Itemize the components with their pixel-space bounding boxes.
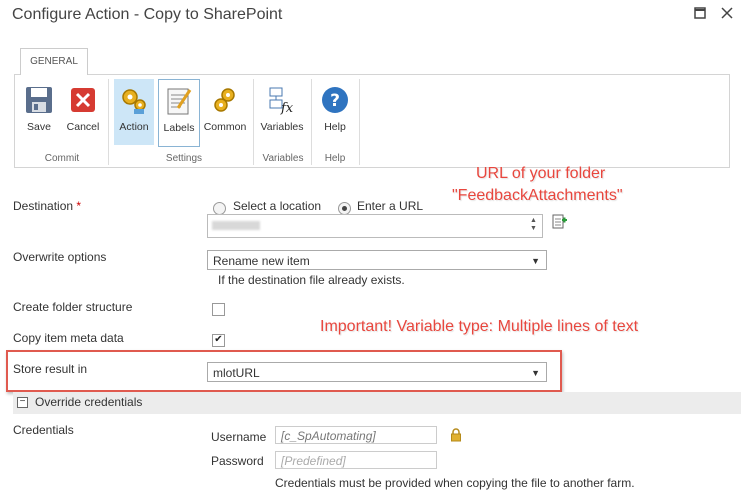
labels-label: Labels bbox=[163, 122, 195, 134]
destination-label: Destination * bbox=[13, 199, 81, 213]
cancel-button[interactable]: Cancel bbox=[63, 79, 103, 145]
svg-text:fx: fx bbox=[280, 101, 294, 115]
variables-fx-icon: fx bbox=[267, 85, 297, 116]
overwrite-select[interactable]: Rename new item ▼ bbox=[207, 250, 547, 270]
ribbon: Save Cancel Commit Action Labels Common … bbox=[14, 74, 730, 168]
svg-text:?: ? bbox=[330, 91, 340, 111]
labels-icon bbox=[164, 86, 194, 116]
variables-label: Variables bbox=[260, 121, 304, 133]
save-button[interactable]: Save bbox=[19, 79, 59, 145]
tab-general[interactable]: GENERAL bbox=[20, 48, 88, 75]
required-marker: * bbox=[76, 199, 82, 213]
gears-icon bbox=[119, 85, 149, 115]
radio-enter-url-label: Enter a URL bbox=[357, 199, 424, 213]
dropdown-arrow-icon: ▼ bbox=[531, 256, 540, 266]
override-credentials-bar[interactable]: − Override credentials bbox=[13, 392, 741, 414]
annotation-url-line1: URL of your folder bbox=[476, 165, 606, 182]
username-label: Username bbox=[211, 430, 267, 444]
lock-icon[interactable] bbox=[450, 428, 462, 445]
cancel-label: Cancel bbox=[66, 121, 100, 133]
ribbon-separator bbox=[359, 79, 360, 165]
dropdown-arrow-icon: ▼ bbox=[531, 368, 540, 378]
save-icon bbox=[24, 85, 54, 115]
password-input[interactable]: [Predefined] bbox=[275, 451, 437, 469]
destination-label-text: Destination bbox=[13, 199, 74, 213]
variables-button[interactable]: fx Variables bbox=[259, 79, 305, 145]
store-result-select[interactable]: mlotURL ▼ bbox=[207, 362, 547, 382]
overwrite-value: Rename new item bbox=[213, 254, 310, 268]
action-label: Action bbox=[119, 121, 149, 133]
overwrite-hint: If the destination file already exists. bbox=[218, 273, 405, 287]
url-scroll-arrows[interactable]: ▲ ▼ bbox=[530, 217, 540, 235]
credentials-label: Credentials bbox=[13, 423, 74, 437]
url-redacted-text bbox=[212, 221, 260, 230]
annotation-url-line2: "FeedbackAttachments" bbox=[452, 187, 623, 204]
dialog-title: Configure Action - Copy to SharePoint bbox=[12, 6, 283, 23]
copy-meta-checkbox[interactable]: ✔ bbox=[212, 334, 225, 347]
group-label-help: Help bbox=[324, 153, 346, 164]
create-folder-checkbox[interactable] bbox=[212, 303, 225, 316]
maximize-icon[interactable] bbox=[694, 6, 706, 22]
radio-select-location-label: Select a location bbox=[233, 199, 322, 213]
insert-reference-icon[interactable] bbox=[552, 214, 568, 233]
username-input[interactable]: [c_SpAutomating] bbox=[275, 426, 437, 444]
password-label: Password bbox=[211, 454, 264, 468]
group-label-variables: Variables bbox=[262, 153, 304, 164]
create-folder-label: Create folder structure bbox=[13, 300, 133, 314]
ribbon-separator bbox=[108, 79, 109, 165]
labels-button[interactable]: Labels bbox=[158, 79, 200, 147]
ribbon-separator bbox=[253, 79, 254, 165]
help-icon: ? bbox=[320, 85, 350, 115]
override-credentials-label: Override credentials bbox=[35, 395, 143, 409]
save-label: Save bbox=[27, 121, 51, 133]
common-button[interactable]: Common bbox=[203, 79, 247, 145]
annotation-important: Important! Variable type: Multiple lines… bbox=[320, 318, 639, 335]
group-label-commit: Commit bbox=[44, 153, 80, 164]
common-gears-icon bbox=[210, 85, 240, 115]
url-input[interactable]: ▲ ▼ bbox=[207, 214, 543, 238]
ribbon-separator bbox=[311, 79, 312, 165]
overwrite-label: Overwrite options bbox=[13, 250, 107, 264]
help-button[interactable]: ? Help bbox=[315, 79, 355, 145]
store-result-label: Store result in bbox=[13, 362, 88, 376]
cancel-icon bbox=[68, 85, 98, 115]
store-result-value: mlotURL bbox=[213, 366, 260, 380]
group-label-settings: Settings bbox=[165, 153, 203, 164]
credentials-note: Credentials must be provided when copyin… bbox=[275, 476, 635, 490]
action-button[interactable]: Action bbox=[114, 79, 154, 145]
copy-meta-label: Copy item meta data bbox=[13, 331, 124, 345]
collapse-toggle-icon[interactable]: − bbox=[17, 397, 28, 408]
close-icon[interactable] bbox=[721, 6, 733, 22]
help-label: Help bbox=[324, 121, 346, 133]
common-label: Common bbox=[203, 121, 247, 133]
